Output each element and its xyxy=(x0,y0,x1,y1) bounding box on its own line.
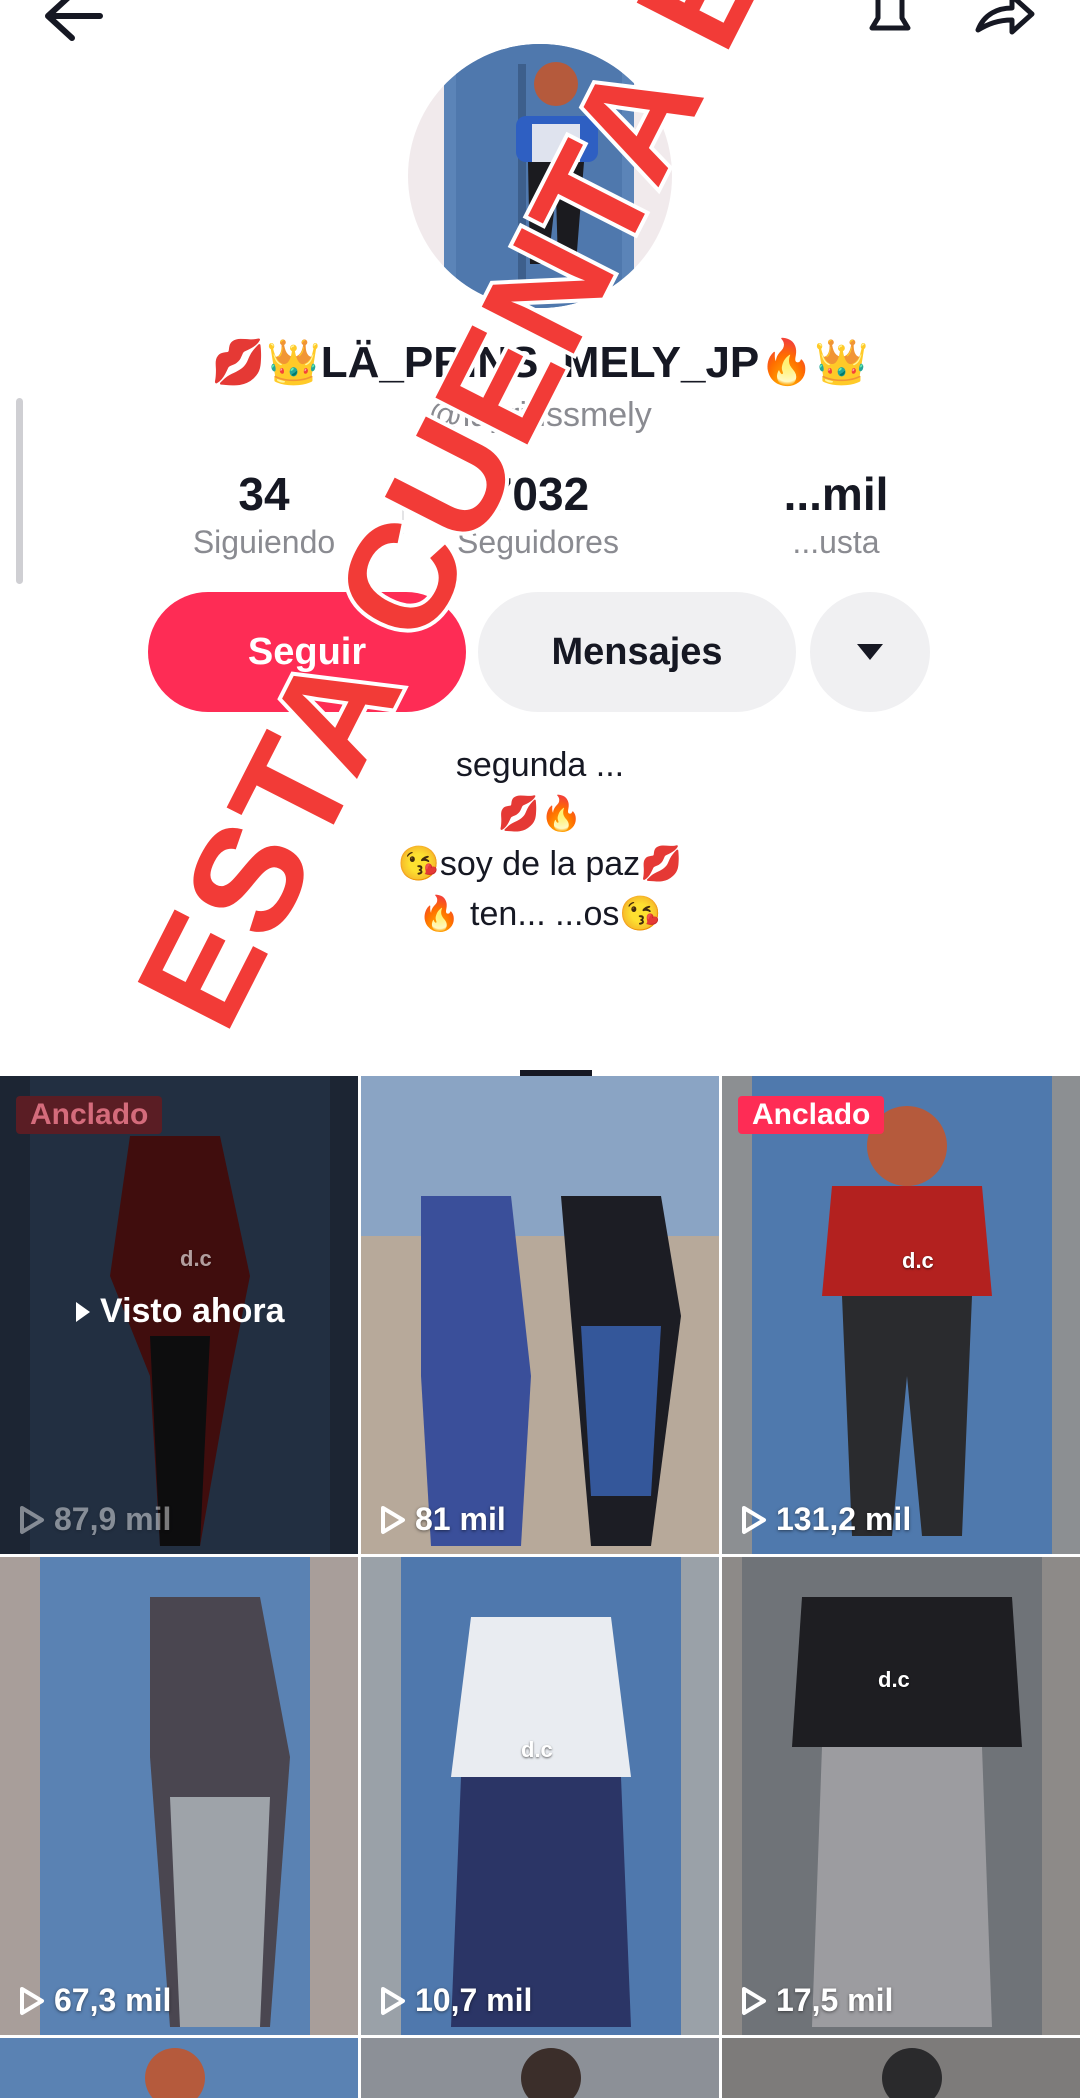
back-arrow-icon[interactable] xyxy=(38,0,108,46)
view-count-text: 10,7 mil xyxy=(415,1982,533,2018)
view-count-text: 81 mil xyxy=(415,1501,506,1537)
watched-now-label: Visto ahora xyxy=(74,1292,285,1331)
view-count-text: 131,2 mil xyxy=(776,1501,912,1537)
watermark-tag: d.c xyxy=(878,1667,910,1692)
likes-label: ...usta xyxy=(792,524,880,560)
play-outline-icon xyxy=(742,1986,766,2015)
watched-now-text: Visto ahora xyxy=(100,1292,285,1330)
play-triangle-icon xyxy=(76,1301,90,1322)
watermark-tag: d.c xyxy=(180,1246,212,1271)
watermark-tag: d.c xyxy=(521,1737,553,1762)
video-tile[interactable]: 81 mil xyxy=(361,1076,719,1554)
view-count-text: 17,5 mil xyxy=(776,1982,894,2018)
pinned-badge: Anclado xyxy=(738,1096,885,1134)
play-outline-icon xyxy=(381,1505,405,1534)
more-options-button[interactable] xyxy=(810,592,930,712)
video-tile[interactable] xyxy=(722,2038,1080,2098)
likes-count: ...mil xyxy=(783,468,889,520)
bio-line-1: segunda ... xyxy=(455,746,625,784)
play-outline-icon xyxy=(742,1505,766,1534)
likes-stat[interactable]: ...mil ...usta xyxy=(716,466,956,562)
video-tile[interactable] xyxy=(361,2038,719,2098)
play-outline-icon xyxy=(381,1986,405,2015)
play-outline-icon xyxy=(20,1986,44,2015)
watermark-tag: d.c xyxy=(902,1248,934,1273)
caret-down-icon xyxy=(857,644,883,660)
bio-line-2: 💋🔥 xyxy=(497,795,583,833)
view-count: 10,7 mil xyxy=(379,1982,532,2019)
view-count-text: 67,3 mil xyxy=(54,1982,172,2018)
view-count: 131,2 mil xyxy=(740,1501,911,1538)
play-outline-icon xyxy=(20,1505,44,1534)
video-tile[interactable]: Anclado d.c Visto ahora 87,9 mil xyxy=(0,1076,358,1554)
view-count: 17,5 mil xyxy=(740,1982,893,2019)
video-grid: Anclado d.c Visto ahora 87,9 mil 81 mil xyxy=(0,1076,1080,2100)
video-tile[interactable]: 67,3 mil xyxy=(0,1557,358,2035)
video-tile[interactable] xyxy=(0,2038,358,2098)
view-count-text: 87,9 mil xyxy=(54,1501,172,1537)
video-tile[interactable]: Anclado d.c 131,2 mil xyxy=(722,1076,1080,1554)
view-count: 81 mil xyxy=(379,1501,506,1538)
video-tile[interactable]: d.c 17,5 mil xyxy=(722,1557,1080,2035)
view-count: 67,3 mil xyxy=(18,1982,171,2019)
message-button[interactable]: Mensajes xyxy=(478,592,796,712)
share-icon[interactable] xyxy=(970,0,1040,46)
pinned-badge: Anclado xyxy=(16,1096,163,1134)
view-count: 87,9 mil xyxy=(18,1501,171,1538)
bell-icon[interactable] xyxy=(860,0,920,46)
video-tile[interactable]: d.c 10,7 mil xyxy=(361,1557,719,2035)
